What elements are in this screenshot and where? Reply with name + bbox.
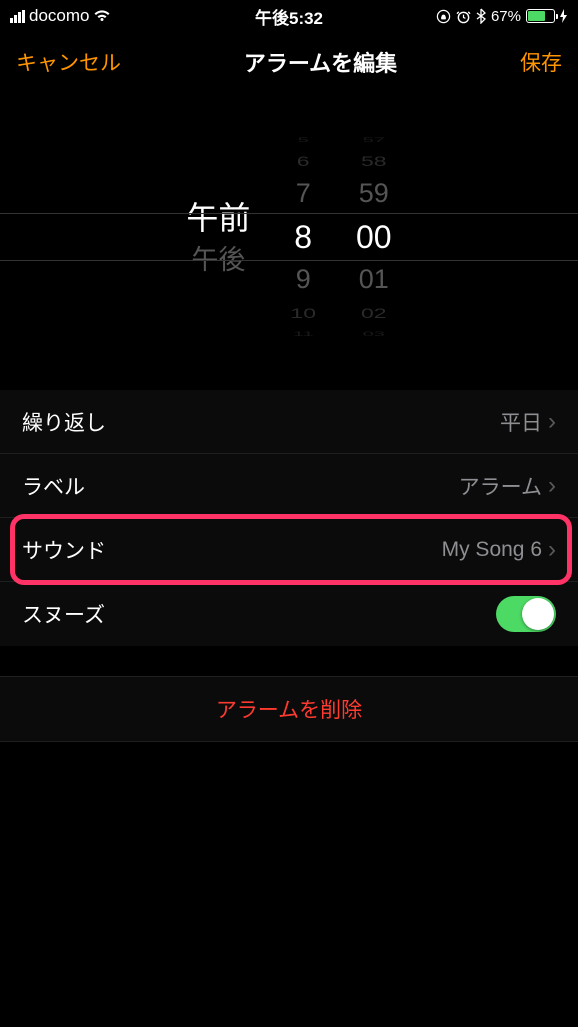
sound-value: My Song 6 <box>442 538 542 562</box>
status-right: 67% <box>436 8 568 25</box>
hour-selected: 8 <box>294 213 312 261</box>
battery-pct: 67% <box>491 8 521 25</box>
ampm-selected: 午前 <box>186 194 250 242</box>
time-picker[interactable]: 午前 午後 5 6 7 8 9 10 11 57 58 59 00 01 02 … <box>0 92 578 382</box>
wifi-icon <box>93 9 111 23</box>
alarm-icon <box>456 9 471 24</box>
minute-option: 01 <box>359 261 389 299</box>
status-time: 午後5:32 <box>255 4 323 29</box>
minute-option: 03 <box>363 332 385 336</box>
snooze-row: スヌーズ <box>0 582 578 646</box>
signal-icon <box>10 10 25 23</box>
cancel-button[interactable]: キャンセル <box>16 47 121 77</box>
label-value: アラーム <box>459 471 542 501</box>
chevron-right-icon: › <box>548 536 556 564</box>
minute-option: 59 <box>359 175 389 213</box>
repeat-label: 繰り返し <box>22 407 106 437</box>
rotation-lock-icon <box>436 9 451 24</box>
carrier-label: docomo <box>29 6 89 26</box>
delete-alarm-button[interactable]: アラームを削除 <box>0 677 578 741</box>
sound-label: サウンド <box>22 535 106 565</box>
status-left: docomo <box>10 6 111 26</box>
ampm-option: 午後 <box>191 242 245 280</box>
label-label: ラベル <box>22 471 85 501</box>
settings-list: 繰り返し 平日 › ラベル アラーム › サウンド My Song 6 › スヌ… <box>0 390 578 646</box>
sound-row[interactable]: サウンド My Song 6 › <box>0 518 578 582</box>
minute-column[interactable]: 57 58 59 00 01 02 03 <box>356 133 392 341</box>
hour-option: 5 <box>298 138 309 142</box>
hour-option: 6 <box>297 153 310 170</box>
snooze-label: スヌーズ <box>22 599 105 629</box>
label-row[interactable]: ラベル アラーム › <box>0 454 578 518</box>
minute-option: 57 <box>363 138 385 142</box>
delete-section: アラームを削除 <box>0 676 578 742</box>
nav-bar: キャンセル アラームを編集 保存 <box>0 32 578 92</box>
minute-option: 58 <box>361 153 387 170</box>
minute-option: 02 <box>361 305 387 322</box>
chevron-right-icon: › <box>548 408 556 436</box>
nav-title: アラームを編集 <box>244 46 397 78</box>
hour-option: 11 <box>293 332 314 336</box>
charging-icon <box>560 9 568 23</box>
chevron-right-icon: › <box>548 472 556 500</box>
hour-option: 7 <box>296 175 311 213</box>
hour-column[interactable]: 5 6 7 8 9 10 11 <box>290 133 316 341</box>
snooze-toggle[interactable] <box>496 596 556 632</box>
repeat-row[interactable]: 繰り返し 平日 › <box>0 390 578 454</box>
hour-option: 9 <box>296 261 311 299</box>
bluetooth-icon <box>476 8 486 24</box>
save-button[interactable]: 保存 <box>520 47 562 77</box>
repeat-value: 平日 <box>500 407 542 437</box>
minute-selected: 00 <box>356 213 392 261</box>
battery-icon <box>526 9 555 23</box>
ampm-column[interactable]: 午前 午後 <box>186 194 250 280</box>
status-bar: docomo 午後5:32 67% <box>0 0 578 32</box>
hour-option: 10 <box>290 305 316 322</box>
